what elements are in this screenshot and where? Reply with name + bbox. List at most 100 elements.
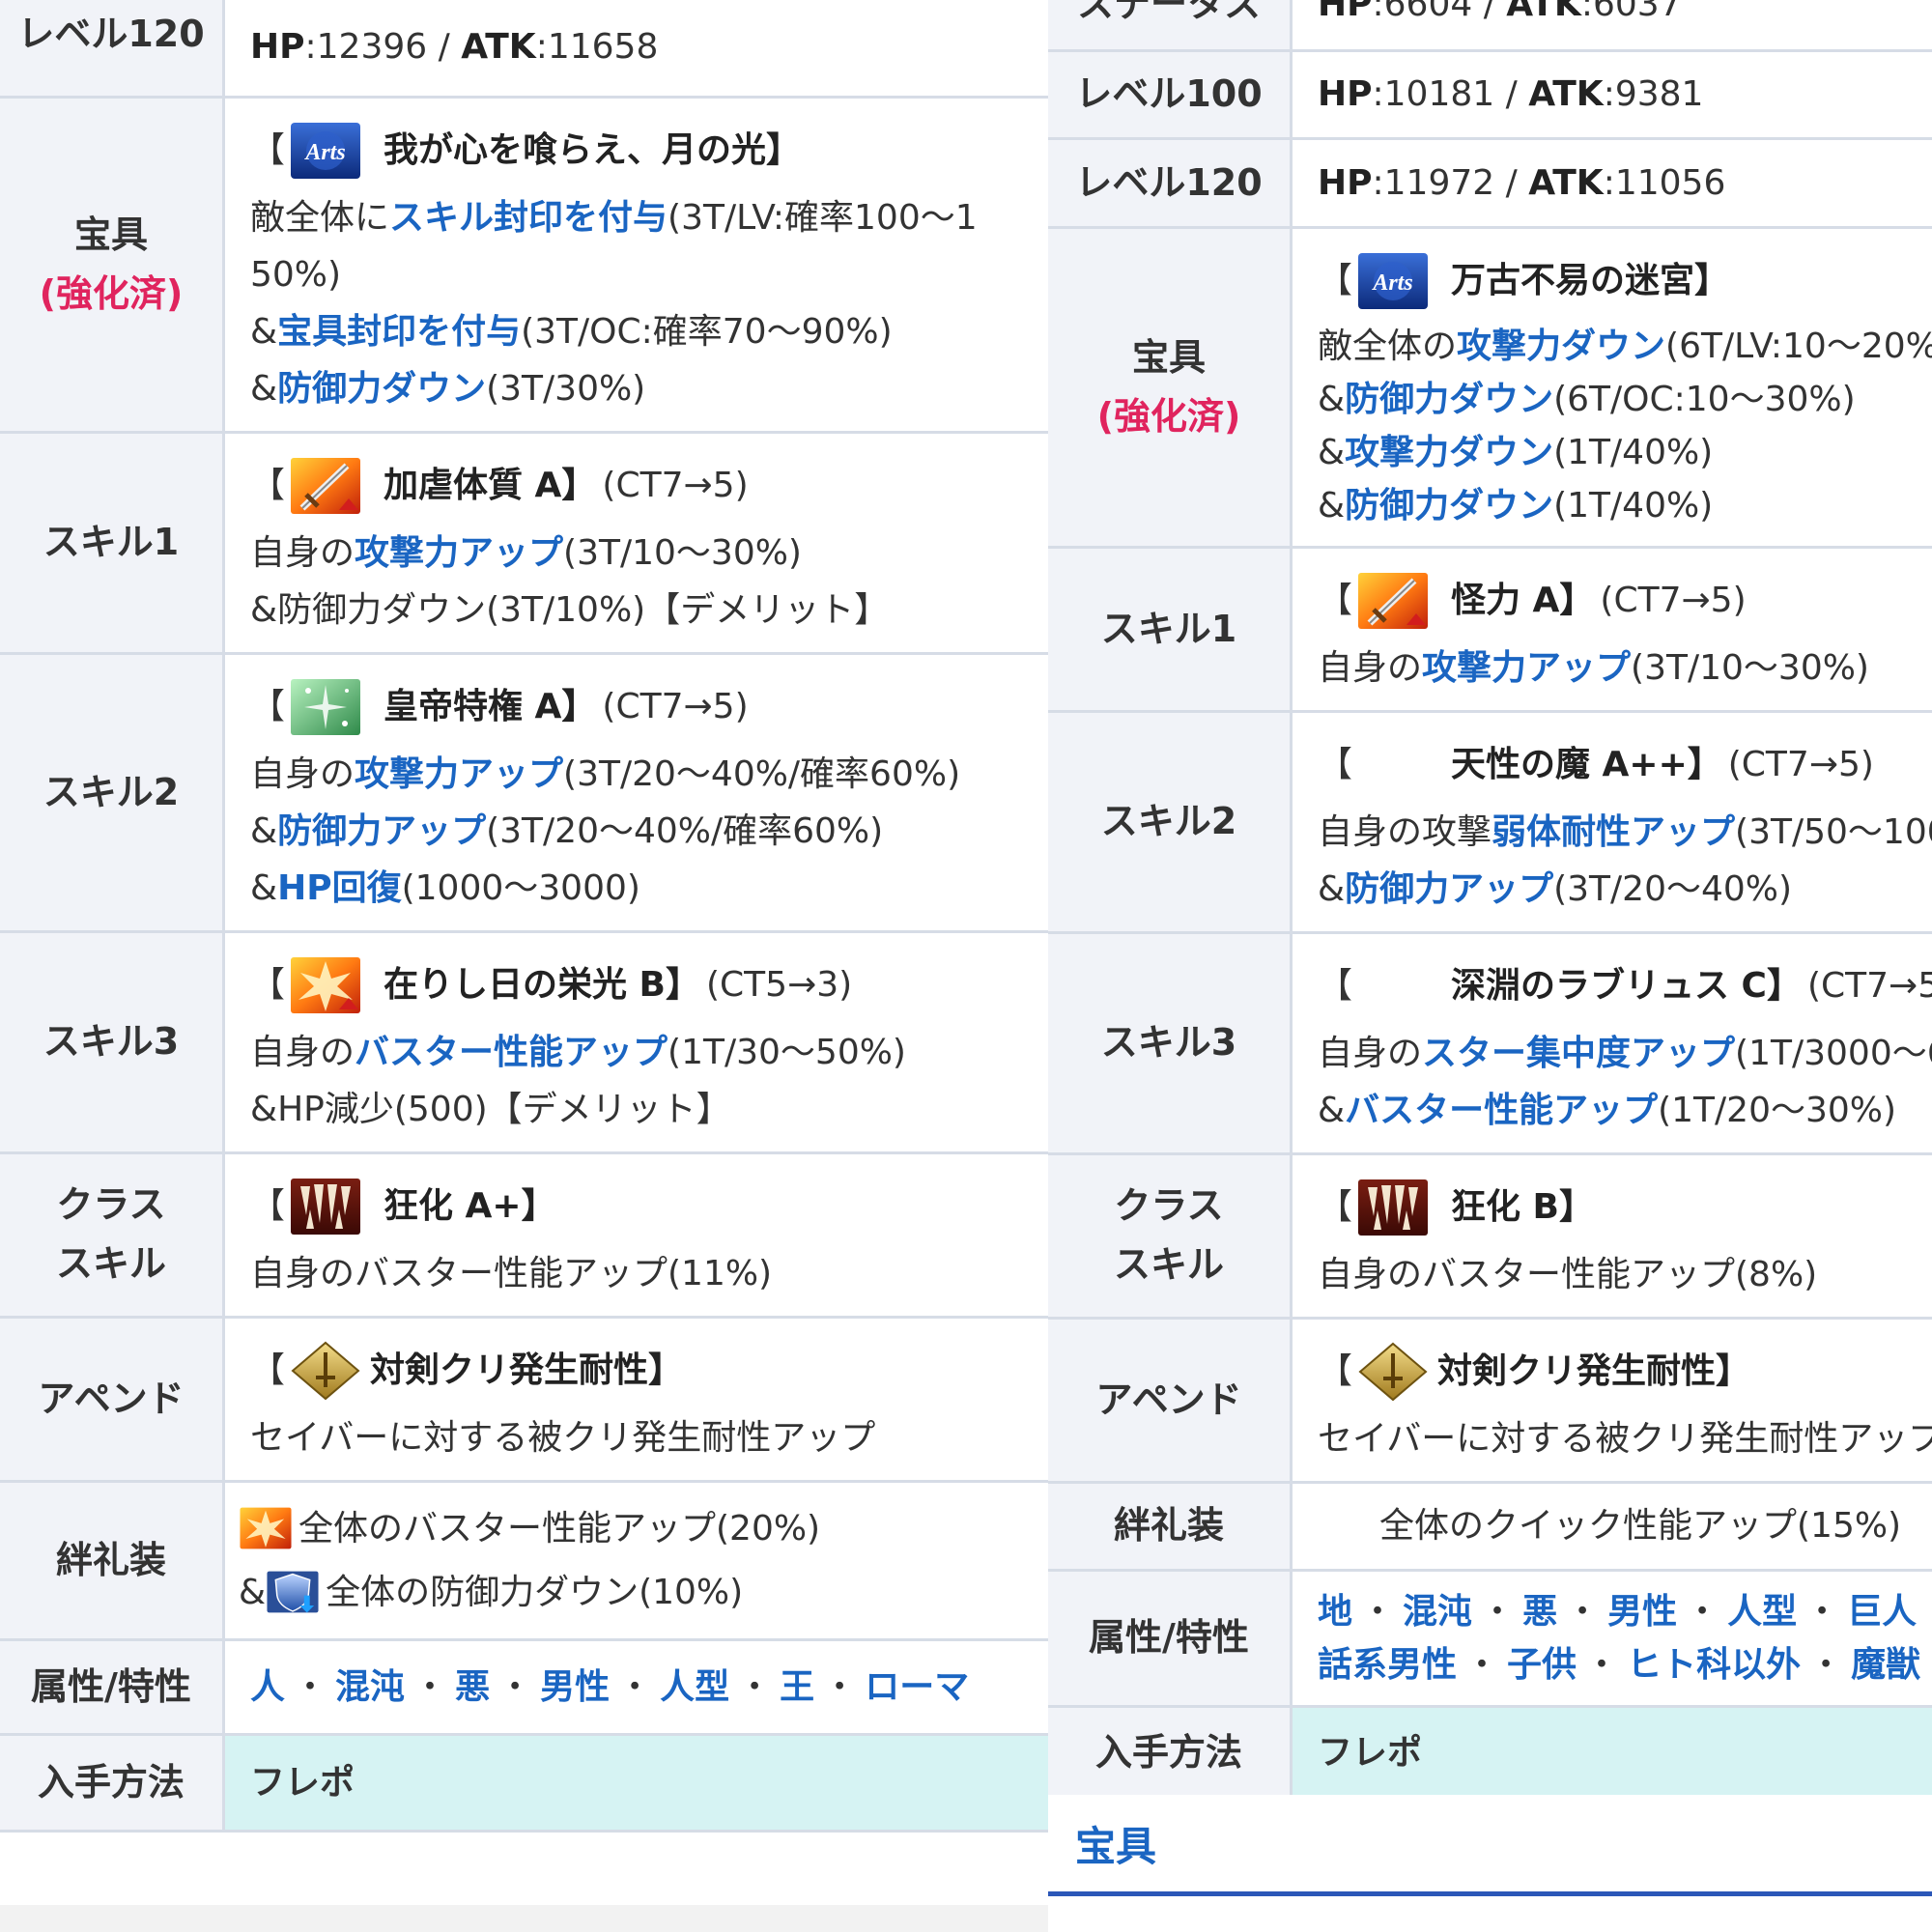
trait-separator: ・: [1808, 1644, 1844, 1685]
link[interactable]: スキル封印を付与: [389, 198, 668, 238]
append-detail: 【対剣クリ発生耐性】 セイバーに対する被クリ発生耐性アップ: [1291, 1318, 1932, 1484]
row-append: アペンド 【対剣クリ発生耐性】 セイバーに対する被クリ発生耐性アップ: [1048, 1318, 1932, 1484]
trait-link[interactable]: 混沌: [1403, 1592, 1472, 1632]
row-traits: 属性/特性 人・混沌・悪・男性・人型・王・ローマ: [0, 1639, 1048, 1736]
label-line: クラス: [56, 1183, 166, 1227]
link[interactable]: バスター性能アップ: [355, 1033, 668, 1072]
skill-detail: 【加虐体質 A】 (CT7→5) 自身の攻撃力アップ(3T/10〜30%) &防御…: [223, 432, 1048, 655]
bond-effect-line: & 全体の防御力ダウン(10%): [239, 1560, 1048, 1624]
link[interactable]: 攻撃力ダウン: [1345, 433, 1553, 472]
row-label: 属性/特性: [1048, 1570, 1293, 1708]
link[interactable]: 防御力アップ: [1345, 869, 1553, 909]
np-name: 万古不易の迷宮】: [1451, 261, 1730, 300]
trait-link[interactable]: 地: [1318, 1592, 1352, 1632]
skill-detail: 【皇帝特権 A】 (CT7→5) 自身の攻撃力アップ(3T/20〜40%/確率60…: [223, 653, 1048, 933]
np-effect-line: &防御力ダウン(6T/OC:10〜30%): [1318, 379, 1856, 419]
skill-header: 【狂化 A+】: [250, 1168, 1048, 1245]
row-obtain: 入手方法 フレポ: [1048, 1706, 1932, 1801]
skill-name: 狂化 B】: [1451, 1187, 1594, 1227]
traits-line: 話系男性・子供・ヒト科以外・魔獣・ケモ: [1318, 1638, 1932, 1691]
link[interactable]: バスター性能アップ: [1345, 1091, 1658, 1130]
link[interactable]: 攻撃力ダウン: [1457, 327, 1665, 366]
trait-separator: ・: [1928, 1645, 1932, 1685]
left-servant-panel: レベル120 HP:12396 / ATK:11658 宝具 (強化済) 【 Ar…: [0, 0, 1048, 1932]
skill-effect-line: &HP減少(500)【デメリット】: [250, 1089, 731, 1129]
trait-link[interactable]: 巨人: [1847, 1592, 1917, 1632]
trait-link[interactable]: 男性: [1607, 1592, 1677, 1632]
row-skill2: スキル2 【皇帝特権 A】 (CT7→5) 自身の攻撃力アップ(3T/20〜40%…: [0, 653, 1048, 933]
bond-effect-line: 全体のバスター性能アップ(20%): [239, 1496, 1048, 1560]
traits-list: 人・混沌・悪・男性・人型・王・ローマ: [223, 1639, 1048, 1736]
link[interactable]: 宝具封印を付与: [277, 312, 521, 352]
link[interactable]: 弱体耐性アップ: [1492, 812, 1735, 852]
trait-link[interactable]: 人型: [660, 1667, 729, 1707]
trait-link[interactable]: 人: [250, 1667, 285, 1707]
trait-separator: ・: [293, 1666, 328, 1707]
skill-header: 【対剣クリ発生耐性】: [1318, 1333, 1932, 1410]
trait-link[interactable]: 魔獣: [1851, 1645, 1920, 1685]
sword-attack-up-icon: [1356, 571, 1430, 631]
trait-link[interactable]: 王: [780, 1667, 814, 1707]
link[interactable]: スター集中度アップ: [1422, 1034, 1735, 1073]
skill-header: 【天性の魔 A++】 (CT7→5): [1318, 726, 1932, 804]
svg-text:Arts: Arts: [1371, 270, 1412, 296]
skill-detail: 【怪力 A】 (CT7→5) 自身の攻撃力アップ(3T/10〜30%): [1291, 547, 1932, 713]
skill-header: 【皇帝特権 A】 (CT7→5): [250, 668, 1048, 746]
trait-link[interactable]: ヒト科以外: [1627, 1645, 1801, 1685]
trait-link[interactable]: 悪: [1522, 1592, 1557, 1632]
row-skill3: スキル3 【在りし日の栄光 B】 (CT5→3) 自身のバスター性能アップ(1T/…: [0, 931, 1048, 1154]
row-append: アペンド 【対剣クリ発生耐性】 セイバーに対する被クリ発生耐性アップ: [0, 1317, 1048, 1483]
link[interactable]: 防御力アップ: [277, 811, 486, 851]
missing-skill-icon: [1356, 760, 1430, 770]
trait-separator: ・: [1584, 1644, 1620, 1685]
link[interactable]: 防御力ダウン: [1345, 486, 1553, 526]
trait-link[interactable]: 話系男性: [1318, 1645, 1457, 1685]
link[interactable]: 攻撃力アップ: [355, 754, 563, 794]
left-footer-strip: [0, 1905, 1048, 1932]
np-section-heading: 宝具: [1048, 1795, 1932, 1896]
row-label: 絆礼装: [0, 1481, 225, 1641]
skill-detail: 【天性の魔 A++】 (CT7→5) 自身の攻撃弱体耐性アップ(3T/50〜100…: [1291, 711, 1932, 934]
trait-separator: ・: [1480, 1591, 1516, 1632]
class-skill-detail: 【狂化 A+】 自身のバスター性能アップ(11%): [223, 1152, 1048, 1319]
link[interactable]: 攻撃力アップ: [355, 533, 563, 573]
row-label: 宝具 (強化済): [0, 97, 225, 434]
row-label: レベル120: [1048, 138, 1293, 229]
trait-link[interactable]: 悪: [455, 1667, 490, 1707]
right-status-table: ステータス HP:6604 / ATK:6037 レベル100 HP:10181…: [1048, 0, 1932, 1801]
trait-link[interactable]: 混沌: [335, 1667, 405, 1707]
link[interactable]: 防御力ダウン: [277, 369, 486, 409]
np-effect-line: &防御力ダウン(3T/30%): [250, 368, 646, 409]
traits-list: 地・混沌・悪・男性・人型・巨人・ギリシ 話系男性・子供・ヒト科以外・魔獣・ケモ: [1291, 1570, 1932, 1708]
row-label: クラス スキル: [0, 1152, 225, 1319]
row-noble-phantasm: 宝具 (強化済) 【 Arts 我が心を喰らえ、月の光】 敵全体にスキル封印を付与(…: [0, 97, 1048, 434]
trait-link[interactable]: 男性: [540, 1667, 610, 1707]
skill-effect-line: &防御力ダウン(3T/10%)【デメリット】: [250, 589, 890, 630]
trait-separator: ・: [497, 1666, 533, 1707]
trait-link[interactable]: 子供: [1507, 1645, 1577, 1685]
missing-skill-icon: [1356, 981, 1430, 991]
row-label: スキル2: [1048, 711, 1293, 934]
row-label: 入手方法: [0, 1734, 225, 1833]
section-title: 宝具: [1075, 1823, 1157, 1870]
link[interactable]: 攻撃力アップ: [1422, 648, 1631, 688]
left-status-table: レベル120 HP:12396 / ATK:11658 宝具 (強化済) 【 Ar…: [0, 0, 1048, 1833]
arts-card-icon: Arts: [289, 121, 362, 181]
skill-header: 【狂化 B】: [1318, 1169, 1932, 1246]
cooldown: (CT7→5): [602, 466, 749, 505]
link[interactable]: HP回復: [277, 868, 402, 908]
trait-link[interactable]: 人型: [1727, 1592, 1797, 1632]
hp-label: HP: [250, 26, 305, 67]
skill-effect-line: 自身の攻撃力アップ(3T/20〜40%/確率60%): [250, 753, 961, 794]
sword-attack-up-icon: [289, 456, 362, 516]
trait-link[interactable]: ローマ: [865, 1667, 969, 1707]
row-level100: レベル100 HP:10181 / ATK:9381: [1048, 50, 1932, 140]
madness-fangs-icon: [289, 1177, 362, 1236]
link[interactable]: 防御力ダウン: [1345, 380, 1553, 419]
skill-effect-line: 自身の攻撃弱体耐性アップ(3T/50〜100: [1318, 811, 1932, 852]
np-header: 【 Arts 我が心を喰らえ、月の光】: [250, 112, 1048, 189]
atk-label: ATK: [461, 26, 536, 67]
arts-card-icon: Arts: [1356, 251, 1430, 311]
trait-separator: ・: [737, 1666, 773, 1707]
trait-separator: ・: [1360, 1591, 1396, 1632]
